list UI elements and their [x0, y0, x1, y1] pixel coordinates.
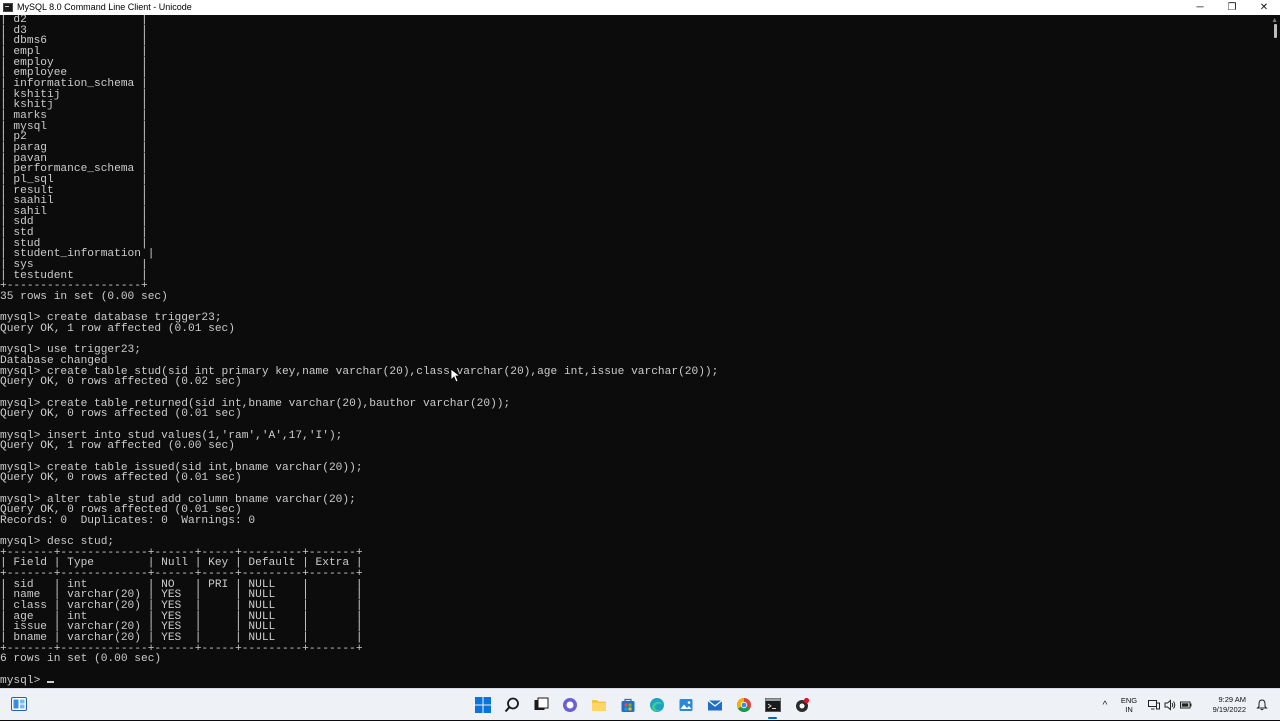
widgets-icon[interactable] [11, 697, 27, 711]
title-bar[interactable]: MySQL 8.0 Command Line Client - Unicode … [0, 0, 1280, 15]
maximize-button[interactable]: ❐ [1216, 0, 1248, 15]
search-button[interactable] [497, 689, 526, 721]
store-button[interactable] [613, 689, 642, 721]
photos-icon [679, 699, 692, 711]
console-line: Records: 0 Duplicates: 0 Warnings: 0 [0, 514, 256, 527]
vertical-scrollbar[interactable] [1270, 15, 1280, 688]
edge-button[interactable] [642, 689, 671, 721]
console-icon [764, 698, 781, 712]
region-code: IN [1125, 705, 1133, 714]
battery-icon[interactable] [1180, 699, 1192, 711]
console-line: 6 rows in set (0.00 sec) [0, 653, 162, 666]
scrollbar-thumb[interactable] [1274, 24, 1277, 38]
start-button[interactable] [468, 689, 497, 721]
edge-icon [649, 698, 664, 712]
store-icon [621, 698, 634, 712]
show-hidden-icons-chevron-icon[interactable]: ^ [1094, 700, 1116, 711]
photos-button[interactable] [671, 689, 700, 721]
task-view-button[interactable] [526, 689, 555, 721]
folder-icon [591, 700, 606, 711]
console-line: Query OK, 1 row affected (0.01 sec) [0, 323, 235, 336]
console-output: | d2 | | d3 | | dbms6 | | empl | | emplo… [0, 15, 1270, 686]
window-title: MySQL 8.0 Command Line Client - Unicode [17, 2, 192, 12]
taskbar-apps [468, 689, 816, 721]
search-icon [504, 697, 519, 713]
taskbar: ^ ENG IN 9:29 AM 9/19/2022 [0, 688, 1280, 720]
language-indicator[interactable]: ENG IN [1116, 696, 1142, 714]
console-area[interactable]: | d2 | | d3 | | dbms6 | | empl | | emplo… [0, 15, 1270, 688]
language-code: ENG [1120, 696, 1138, 705]
console-line: Query OK, 0 rows affected (0.01 sec) [0, 408, 242, 421]
clock-time: 9:29 AM [1218, 695, 1246, 704]
app-button[interactable] [787, 689, 816, 721]
chat-button[interactable] [555, 689, 584, 721]
task-view-icon [534, 697, 548, 710]
console-line: Query OK, 1 row affected (0.00 sec) [0, 440, 235, 453]
mouse-pointer-icon [450, 368, 460, 383]
speaker-icon[interactable] [1164, 699, 1176, 711]
close-button[interactable]: ✕ [1248, 0, 1280, 15]
console-line: Query OK, 0 rows affected (0.02 sec) [0, 376, 242, 389]
display-icon[interactable] [1148, 699, 1160, 711]
clock-date: 9/19/2022 [1212, 705, 1246, 714]
tray-icons[interactable] [1148, 699, 1192, 711]
chrome-button[interactable] [729, 689, 758, 721]
windows-logo-icon [474, 697, 491, 713]
chat-icon [562, 698, 577, 712]
mail-icon [707, 700, 722, 711]
text-cursor [47, 680, 54, 683]
window-controls: ─ ❐ ✕ [1184, 0, 1280, 15]
file-explorer-button[interactable] [584, 689, 613, 721]
console-prompt[interactable]: mysql> [0, 675, 47, 687]
minimize-button[interactable]: ─ [1184, 0, 1216, 15]
system-tray: ^ ENG IN 9:29 AM 9/19/2022 [1094, 689, 1280, 721]
mail-button[interactable] [700, 689, 729, 721]
app-icon [795, 697, 809, 712]
console-line: 35 rows in set (0.00 sec) [0, 291, 168, 304]
mysql-console-button[interactable] [758, 689, 787, 721]
console-line: Query OK, 0 rows affected (0.01 sec) [0, 472, 242, 485]
chrome-icon [736, 698, 751, 712]
console-app-icon[interactable] [3, 3, 13, 12]
clock[interactable]: 9:29 AM 9/19/2022 [1198, 695, 1246, 715]
notification-bell-icon[interactable] [1256, 699, 1268, 711]
